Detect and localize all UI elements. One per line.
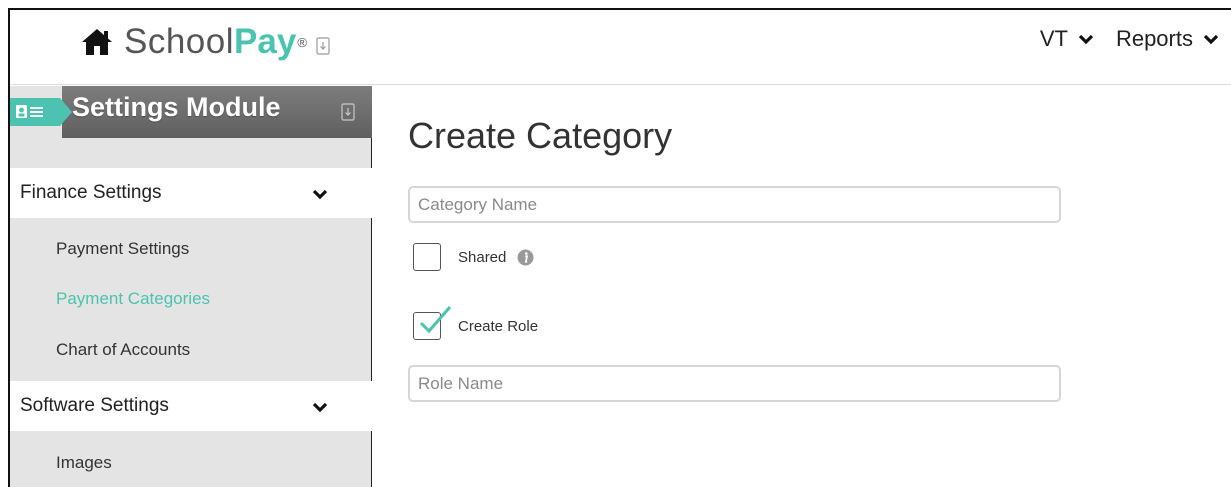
info-icon[interactable]: [517, 249, 534, 266]
sidebar-section-finance-settings[interactable]: Finance Settings: [10, 168, 372, 218]
chevron-down-icon: [312, 402, 328, 413]
main-content: Create Category Shared Create Role: [373, 86, 1231, 487]
nav-reports-label: Reports: [1115, 26, 1193, 51]
top-bar: School Pay ® VT Reports: [10, 10, 1231, 85]
module-tab-arrow: [60, 98, 72, 126]
module-header: Settings Module: [10, 86, 372, 148]
page-title: Create Category: [408, 115, 673, 156]
section-label: Finance Settings: [20, 182, 162, 203]
app-frame: School Pay ® VT Reports Settings Module …: [8, 8, 1231, 487]
create-role-label: Create Role: [458, 317, 539, 335]
shared-label: Shared: [458, 248, 507, 266]
sidebar-item-payment-categories[interactable]: Payment Categories: [56, 289, 210, 309]
section-label: Software Settings: [20, 395, 169, 416]
id-card-icon: [16, 105, 43, 118]
logo-text-pay: Pay: [234, 22, 297, 61]
nav-reports-dropdown[interactable]: Reports: [1116, 26, 1219, 52]
sidebar-item-images[interactable]: Images: [56, 453, 112, 473]
role-name-input[interactable]: [408, 365, 1061, 402]
shared-checkbox[interactable]: [413, 243, 441, 271]
sidebar: Settings Module Finance Settings Payment…: [10, 86, 372, 487]
sidebar-item-chart-of-accounts[interactable]: Chart of Accounts: [56, 340, 190, 360]
logo[interactable]: School Pay ®: [80, 20, 330, 64]
sidebar-item-payment-settings[interactable]: Payment Settings: [56, 239, 189, 259]
home-icon: [82, 29, 112, 55]
document-download-icon[interactable]: [316, 37, 330, 55]
nav-vt-label: VT: [1039, 26, 1068, 51]
nav-vt-dropdown[interactable]: VT: [1040, 26, 1094, 52]
create-role-row: Create Role: [413, 306, 539, 340]
category-name-input[interactable]: [408, 186, 1061, 223]
create-role-checkbox[interactable]: [413, 306, 452, 340]
sidebar-section-software-settings[interactable]: Software Settings: [10, 381, 372, 431]
document-download-icon[interactable]: [341, 103, 355, 121]
logo-text-school: School: [124, 22, 235, 61]
shared-row: Shared: [413, 243, 534, 271]
chevron-down-icon: [1078, 34, 1094, 45]
module-title: Settings Module: [72, 92, 281, 122]
top-nav: VT Reports: [1040, 26, 1219, 52]
checkmark-icon: [419, 306, 452, 334]
chevron-down-icon: [312, 189, 328, 200]
chevron-down-icon: [1203, 34, 1219, 45]
registered-mark: ®: [297, 34, 307, 50]
